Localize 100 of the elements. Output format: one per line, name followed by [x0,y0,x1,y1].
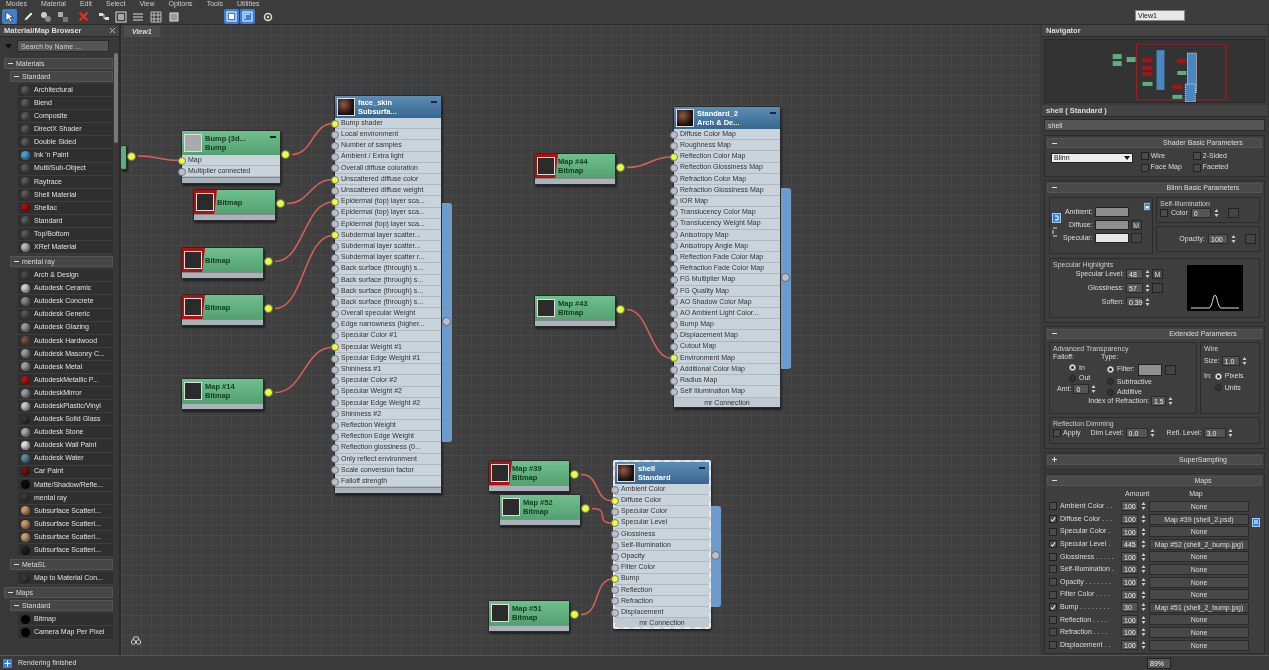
port-dot[interactable] [331,388,339,397]
port-dot[interactable] [611,519,619,528]
port-dot[interactable] [331,432,339,441]
spinner-arrows-icon[interactable] [1141,501,1146,512]
port-dot[interactable] [670,231,678,240]
checkbox[interactable] [1053,429,1061,438]
port-dot[interactable] [331,477,339,486]
lock-icon[interactable] [1052,213,1061,224]
checkbox[interactable] [1193,163,1201,172]
checkbox[interactable] [1160,209,1168,218]
scrollbar[interactable] [114,53,118,143]
spinner-arrows-icon[interactable] [1141,526,1146,537]
port-dot[interactable] [670,309,678,318]
radio-button[interactable] [1069,374,1076,382]
port-dot[interactable] [611,575,619,584]
spinner-arrows-icon[interactable] [1145,269,1150,280]
port-dot[interactable] [670,365,678,374]
port-dot[interactable] [611,541,619,550]
checkbox[interactable] [1193,152,1201,161]
spinner-arrows-icon[interactable] [1168,396,1173,407]
spinner-arrows-icon[interactable] [1141,577,1146,588]
port-dot[interactable] [670,242,678,251]
checkbox[interactable] [1049,615,1057,624]
checkbox[interactable] [1141,152,1149,161]
radio-button[interactable] [1107,378,1114,386]
spinner-arrows-icon[interactable] [1241,356,1247,367]
port-dot[interactable] [611,507,619,516]
binoculars-icon[interactable] [131,636,141,645]
port-dot[interactable] [331,153,339,162]
port-dot[interactable] [611,597,619,606]
port-dot[interactable] [331,220,339,229]
checkbox[interactable] [1049,628,1057,637]
port-dot[interactable] [331,265,339,274]
square-icon[interactable] [166,9,181,24]
port-dot[interactable] [331,399,339,408]
port-dot[interactable] [331,186,339,195]
color-swatch[interactable] [1094,233,1129,244]
output-port[interactable] [581,504,590,513]
port-dot[interactable] [178,156,186,165]
spinner-arrows-icon[interactable] [1149,428,1155,439]
port-dot[interactable] [670,130,678,139]
port-dot[interactable] [670,152,678,161]
frame-icon[interactable] [113,9,128,24]
output-port[interactable] [570,470,579,479]
port-dot[interactable] [611,485,619,494]
port-dot[interactable] [670,343,678,352]
squares-icon[interactable] [55,9,70,24]
port-dot[interactable] [331,130,339,139]
lock-icon[interactable] [1143,201,1150,211]
checkbox[interactable] [1049,527,1057,536]
port-dot[interactable] [331,421,339,430]
output-port[interactable] [570,610,579,619]
port-dot[interactable] [670,387,678,396]
port-dot[interactable] [670,197,678,206]
port-dot[interactable] [670,264,678,273]
port-dot[interactable] [331,253,339,262]
radio-button[interactable] [1107,388,1114,396]
port-dot[interactable] [331,175,339,184]
port-dot[interactable] [331,119,339,128]
port-dot[interactable] [331,376,339,385]
checkbox[interactable] [1049,578,1057,587]
port-dot[interactable] [331,231,339,240]
port-dot[interactable] [670,354,678,363]
port-dot[interactable] [670,376,678,385]
dropdown-arrow-icon[interactable] [1124,156,1130,160]
output-port[interactable] [127,151,136,161]
spinner-arrows-icon[interactable] [1141,602,1146,613]
output-port[interactable] [281,150,290,159]
radio-button[interactable] [1107,366,1114,374]
spinner-arrows-icon[interactable] [1141,589,1146,600]
checkbox[interactable] [1049,540,1057,549]
lock-icon[interactable] [1252,518,1260,528]
port-dot[interactable] [331,309,339,318]
checkbox[interactable] [1049,641,1057,649]
frame-icon[interactable] [224,9,239,24]
checkbox[interactable] [1049,590,1057,599]
checkbox[interactable] [1049,515,1057,524]
port-dot[interactable] [331,354,339,363]
node-edge[interactable] [121,145,127,170]
port-dot[interactable] [331,287,339,296]
material-node[interactable] [673,106,781,408]
port-dot[interactable] [331,455,339,464]
port-dot[interactable] [178,167,186,176]
spheres-icon[interactable] [38,9,53,24]
port-dot[interactable] [331,365,339,374]
spinner-arrows-icon[interactable] [1227,428,1233,439]
radio-button[interactable] [1069,364,1076,372]
port-dot[interactable] [611,530,619,539]
spinner-arrows-icon[interactable] [1145,283,1150,294]
output-port[interactable] [616,163,625,172]
port-dot[interactable] [670,320,678,329]
frame-icon[interactable] [240,9,255,24]
port-dot[interactable] [670,175,678,184]
spinner-arrows-icon[interactable] [1141,564,1146,575]
filter-color-swatch[interactable] [1137,363,1162,376]
material-node[interactable] [334,95,442,495]
spinner-arrows-icon[interactable] [1091,384,1097,395]
output-port[interactable] [264,257,273,266]
port-dot[interactable] [611,563,619,572]
port-dot[interactable] [331,164,339,173]
